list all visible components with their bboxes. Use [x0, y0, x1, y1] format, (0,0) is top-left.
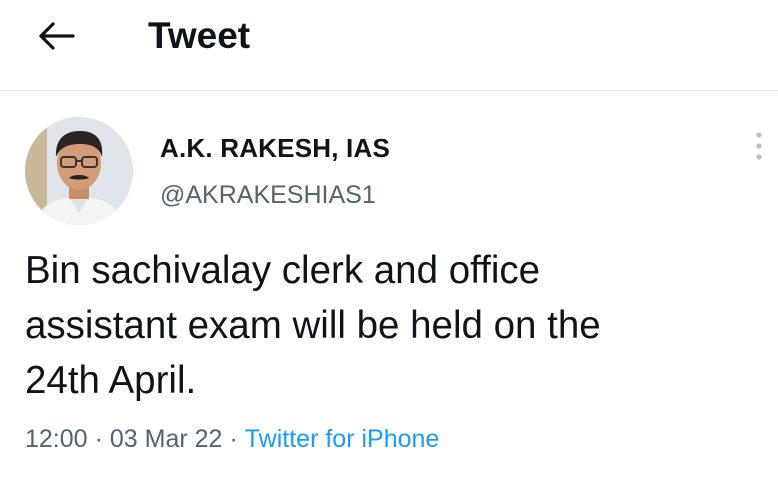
tweet-date[interactable]: 03 Mar 22 [110, 425, 223, 453]
tweet-source-link[interactable]: Twitter for iPhone [245, 425, 440, 453]
tweet-time[interactable]: 12:00 [25, 425, 88, 453]
avatar[interactable] [25, 117, 133, 225]
back-button[interactable] [28, 16, 84, 60]
author-handle[interactable]: @AKRAKESHIAS1 [160, 179, 376, 211]
top-bar: Tweet [0, 0, 778, 91]
author-name[interactable]: A.K. RAKESH, IAS [160, 132, 390, 164]
separator: · [94, 425, 103, 453]
arrow-left-icon [37, 20, 75, 57]
profile-photo [25, 117, 133, 225]
tweet-text: Bin sachivalay clerk and office assistan… [25, 249, 601, 402]
page-title: Tweet [148, 15, 251, 56]
more-vertical-icon [754, 131, 764, 166]
tweet-detail: A.K. RAKESH, IAS @AKRAKESHIAS1 Bin sachi… [0, 91, 778, 479]
tweet-meta: 12:00 · 03 Mar 22 · Twitter for iPhone [25, 423, 439, 455]
more-options-button[interactable] [744, 131, 774, 165]
separator: · [229, 425, 238, 453]
